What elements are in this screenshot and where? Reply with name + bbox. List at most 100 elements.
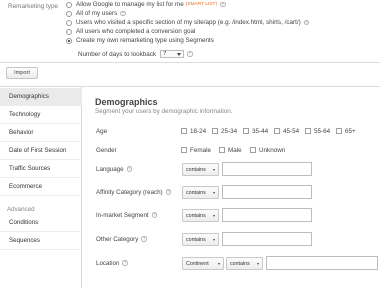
checkbox[interactable] [274, 128, 280, 134]
affinity-label-text: Affinity Category (reach) [96, 188, 163, 196]
page-title: Demographics [95, 97, 158, 107]
sidebar-item-conditions[interactable]: Conditions [0, 214, 82, 232]
checkbox[interactable] [250, 147, 256, 153]
page-subtitle: Segment your users by demographic inform… [95, 108, 233, 115]
sidebar-item-technology[interactable]: Technology [0, 106, 82, 124]
age-label: Age [96, 127, 108, 135]
radio-button-selected[interactable] [66, 37, 72, 44]
inmarket-label-text: In-market Segment [96, 211, 149, 219]
checkbox[interactable] [181, 128, 187, 134]
help-icon[interactable]: ? [141, 236, 147, 242]
inmarket-operator-select[interactable]: contains [182, 209, 219, 222]
checkbox[interactable] [181, 147, 187, 153]
option-label: Users who visited a specific section of … [76, 19, 301, 26]
age-option-label: 45-54 [283, 127, 300, 135]
help-icon[interactable]: ? [126, 166, 133, 172]
age-option-label: 18-24 [190, 127, 207, 135]
language-operator-select[interactable]: contains [182, 163, 219, 176]
scope-value: Continent [186, 260, 209, 267]
other-category-label: Other Category ? [96, 234, 147, 244]
help-icon[interactable]: ? [120, 10, 126, 17]
sidebar-item-ecommerce[interactable]: Ecommerce [0, 178, 82, 196]
other-category-label-text: Other Category [96, 235, 139, 243]
import-button[interactable]: Import [6, 67, 38, 79]
option-specific-section[interactable]: Users who visited a specific section of … [66, 18, 310, 27]
age-option-label: 65+ [345, 127, 356, 135]
option-all-users[interactable]: All of my users ? [66, 9, 126, 18]
gender-option[interactable]: Unknown [250, 145, 285, 155]
radio-button[interactable] [66, 19, 72, 26]
lookback-days-select[interactable]: 7 [160, 50, 185, 58]
chevron-down-icon [213, 238, 215, 241]
sidebar-item-date-of-first-session[interactable]: Date of First Session [0, 142, 82, 160]
age-option-label: 35-44 [252, 127, 269, 135]
operator-value: contains [186, 189, 206, 196]
language-input[interactable] [222, 162, 312, 176]
sidebar-item-demographics[interactable]: Demographics [0, 88, 82, 106]
location-label-text: Location [96, 259, 120, 267]
location-operator-select[interactable]: contains [226, 257, 263, 270]
option-smart-list[interactable]: Allow Google to manage my list for me (S… [66, 0, 226, 9]
option-label: Allow Google to manage my list for me [76, 1, 184, 8]
chevron-down-icon [213, 168, 215, 171]
help-icon[interactable]: ? [220, 1, 226, 8]
segment-sidebar: Demographics Technology Behavior Date of… [0, 87, 82, 288]
gender-option[interactable]: Female [181, 145, 211, 155]
sidebar-item-sequences[interactable]: Sequences [0, 232, 82, 250]
affinity-input[interactable] [222, 185, 312, 199]
age-option[interactable]: 18-24 [181, 126, 206, 136]
language-label: Language ? [96, 164, 133, 174]
inmarket-input[interactable] [222, 208, 312, 222]
help-icon[interactable]: ? [122, 260, 128, 266]
gender-label: Gender [96, 146, 117, 154]
location-label: Location ? [96, 258, 128, 268]
operator-value: contains [186, 166, 206, 173]
radio-button[interactable] [66, 28, 72, 35]
smart-list-tag: (SMART LIST) [185, 2, 218, 7]
help-icon[interactable]: ? [303, 19, 310, 26]
chevron-down-icon [177, 52, 182, 56]
checkbox[interactable] [305, 128, 311, 134]
operator-value: contains [186, 212, 206, 219]
lookback-row: Number of days to lookback 7 ? [78, 50, 193, 58]
language-label-text: Language [96, 165, 124, 173]
radio-button[interactable] [66, 10, 72, 17]
checkbox[interactable] [336, 128, 342, 134]
gender-option-label: Female [190, 146, 211, 154]
checkbox[interactable] [243, 128, 249, 134]
help-icon[interactable]: ? [151, 212, 158, 218]
chevron-down-icon [257, 262, 259, 265]
other-category-operator-select[interactable]: contains [182, 233, 219, 246]
affinity-operator-select[interactable]: contains [182, 186, 219, 199]
age-option[interactable]: 45-54 [274, 126, 299, 136]
other-category-input[interactable] [222, 232, 312, 246]
operator-value: contains [230, 260, 250, 267]
location-scope-select[interactable]: Continent [182, 257, 224, 270]
option-label: Create my own remarketing type using Seg… [76, 37, 214, 44]
location-input[interactable] [266, 256, 378, 270]
age-option[interactable]: 25-34 [212, 126, 237, 136]
option-create-own[interactable]: Create my own remarketing type using Seg… [66, 36, 214, 45]
checkbox[interactable] [219, 147, 225, 153]
age-option[interactable]: 55-64 [305, 126, 330, 136]
age-option-label: 55-64 [314, 127, 331, 135]
age-option[interactable]: 65+ [336, 126, 356, 136]
affinity-label: Affinity Category (reach) ? [96, 187, 172, 197]
sidebar-item-behavior[interactable]: Behavior [0, 124, 82, 142]
help-icon[interactable]: ? [165, 189, 172, 195]
option-conversion-goal[interactable]: All users who completed a conversion goa… [66, 27, 195, 36]
lookback-value: 7 [163, 51, 167, 57]
radio-button[interactable] [66, 1, 72, 8]
chevron-down-icon [213, 191, 215, 194]
sidebar-item-traffic-sources[interactable]: Traffic Sources [0, 160, 82, 178]
age-option[interactable]: 35-44 [243, 126, 268, 136]
checkbox[interactable] [212, 128, 218, 134]
gender-option[interactable]: Male [219, 145, 242, 155]
chevron-down-icon [213, 214, 215, 217]
option-label: All users who completed a conversion goa… [76, 28, 196, 35]
operator-value: contains [186, 236, 206, 243]
sidebar-heading-advanced: Advanced [7, 206, 35, 213]
option-label: All of my users [76, 10, 118, 17]
help-icon[interactable]: ? [187, 51, 193, 57]
divider [0, 62, 380, 63]
